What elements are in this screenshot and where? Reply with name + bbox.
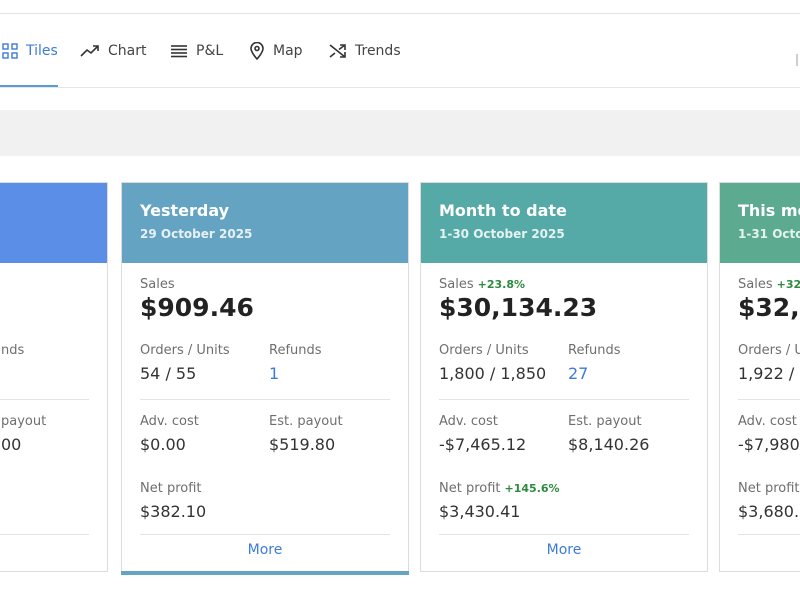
card-date-range: 1-30 October 2025: [439, 227, 565, 241]
tab-label: P&L: [196, 43, 224, 59]
card-divider: [140, 534, 390, 535]
sales-value: $32,1: [738, 293, 800, 322]
card-divider: [140, 399, 390, 400]
net-profit-label-text: Net profit: [140, 481, 202, 496]
sales-value: $30,134.23: [439, 293, 598, 322]
refunds-label: Refunds: [568, 343, 621, 358]
net-profit-value: $3,430.41: [439, 502, 521, 521]
tab-label: Map: [273, 43, 303, 59]
card-month-to-date: Month to date 1-30 October 2025 Sales +23…: [420, 182, 708, 572]
tab-chart[interactable]: Chart: [80, 36, 146, 66]
orders-units-value: 1,922 / 1: [738, 364, 800, 383]
list-icon: [170, 44, 188, 58]
card-date-range: 1-31 Octo: [738, 227, 800, 241]
net-profit-value: $3,680.3: [738, 502, 800, 521]
sales-label: Sales +23.8%: [439, 277, 525, 292]
more-link[interactable]: More: [421, 542, 707, 558]
net-profit-label: Net profit +145.6%: [439, 481, 560, 496]
card-this-month: This mo 1-31 Octo Sales+32. $32,1 Orders…: [719, 182, 800, 572]
net-profit-value: $382.10: [140, 502, 207, 521]
sales-label-text: Sales: [738, 277, 773, 292]
adv-cost-value: -$7,980.: [738, 435, 800, 454]
card-yesterday: Yesterday 29 October 2025 Sales $909.46 …: [121, 182, 409, 575]
card-title: Yesterday: [140, 201, 230, 220]
net-profit-label: Net profit: [738, 481, 800, 496]
sales-label: Sales+32.: [738, 277, 800, 292]
card-divider: [738, 534, 800, 535]
orders-units-value: 54 / 55: [140, 364, 197, 383]
adv-cost-value: -$7,465.12: [439, 435, 527, 454]
sales-change-badge: +23.8%: [477, 278, 525, 291]
filter-bar: [0, 110, 800, 156]
view-tab-bar: Tiles Chart P&L Map Trends: [0, 14, 800, 88]
refunds-label: nds: [1, 343, 25, 358]
card-divider: [439, 534, 689, 535]
tab-trends[interactable]: Trends: [329, 36, 401, 66]
card-divider: [439, 399, 689, 400]
tab-label: Trends: [355, 43, 401, 59]
sales-label: Sales: [140, 277, 175, 292]
tab-tiles[interactable]: Tiles: [2, 36, 58, 66]
card-divider: [0, 534, 89, 535]
trend-line-icon: [80, 44, 100, 58]
sales-value: $909.46: [140, 293, 254, 322]
selected-card-indicator: [121, 571, 409, 575]
est-payout-value: $8,140.26: [568, 435, 650, 454]
card-divider: [738, 399, 800, 400]
adv-cost-label: Adv. cost: [439, 414, 498, 429]
est-payout-label: payout: [1, 414, 47, 429]
net-profit-label: Net profit: [140, 481, 202, 496]
est-payout-label: Est. payout: [269, 414, 343, 429]
est-payout-label: Est. payout: [568, 414, 642, 429]
refunds-label: Refunds: [269, 343, 322, 358]
card-date-range: 29 October 2025: [140, 227, 253, 241]
grid-icon: [2, 43, 18, 59]
net-profit-label-text: Net profit: [738, 481, 800, 496]
sales-label-text: Sales: [140, 277, 175, 292]
orders-units-label: Orders / Units: [140, 343, 230, 358]
shuffle-icon: [329, 43, 347, 59]
active-tab-indicator: [0, 85, 58, 87]
tab-label: Chart: [108, 43, 147, 59]
card-title: Month to date: [439, 201, 567, 220]
est-payout-value: 00: [1, 435, 22, 454]
more-link[interactable]: More: [122, 542, 408, 558]
card-title: This mo: [738, 201, 800, 220]
adv-cost-label: Adv. cost: [140, 414, 199, 429]
settings-button[interactable]: [796, 54, 800, 66]
card-divider: [0, 399, 89, 400]
card-header: [0, 183, 107, 263]
tab-map[interactable]: Map: [249, 36, 303, 66]
card-header: Yesterday 29 October 2025: [122, 183, 408, 263]
net-profit-label-text: Net profit: [439, 481, 501, 496]
tab-label: Tiles: [26, 43, 58, 59]
card-today: nds payout 00: [0, 182, 108, 572]
tab-pnl[interactable]: P&L: [170, 36, 223, 66]
adv-cost-label: Adv. cost: [738, 414, 797, 429]
adv-cost-value: $0.00: [140, 435, 186, 454]
sales-label-text: Sales: [439, 277, 474, 292]
orders-units-label: Orders / Units: [439, 343, 529, 358]
card-header: Month to date 1-30 October 2025: [421, 183, 707, 263]
orders-units-value: 1,800 / 1,850: [439, 364, 547, 383]
location-pin-icon: [249, 42, 265, 60]
est-payout-value: $519.80: [269, 435, 336, 454]
dashboard: Tiles Chart P&L Map Trends nds payout 00…: [0, 0, 800, 600]
orders-units-label: Orders / U: [738, 343, 800, 358]
refunds-link[interactable]: 27: [568, 364, 588, 383]
refunds-link[interactable]: 1: [269, 364, 279, 383]
card-header: This mo 1-31 Octo: [720, 183, 800, 263]
sales-change-badge: +32.: [776, 278, 800, 291]
net-profit-change-badge: +145.6%: [504, 482, 560, 495]
